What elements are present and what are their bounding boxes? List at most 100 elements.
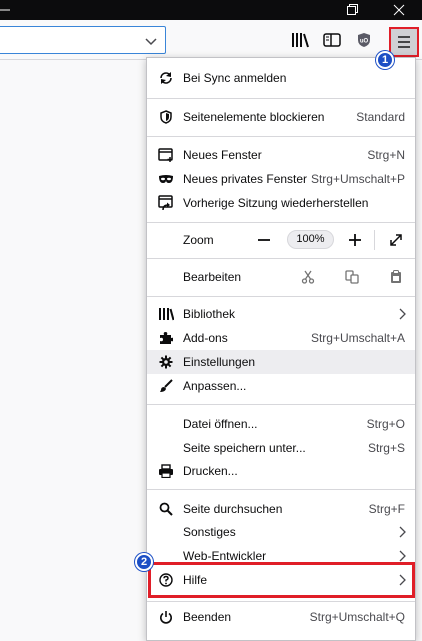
printer-icon bbox=[158, 463, 174, 479]
chevron-right-icon bbox=[399, 550, 406, 562]
more-item[interactable]: Sonstiges bbox=[147, 520, 415, 544]
quit-shortcut: Strg+Umschalt+Q bbox=[309, 610, 405, 624]
library-icon bbox=[158, 306, 174, 322]
print-item[interactable]: Drucken... bbox=[147, 459, 415, 483]
sync-signin-item[interactable]: Bei Sync anmelden bbox=[147, 66, 415, 90]
title-bar bbox=[0, 0, 422, 20]
dropdown-icon[interactable] bbox=[143, 33, 159, 49]
restore-icon bbox=[158, 195, 174, 211]
svg-text:uO: uO bbox=[360, 39, 369, 45]
open-file-shortcut: Strg+O bbox=[366, 417, 405, 431]
edit-label: Bearbeiten bbox=[183, 270, 242, 284]
hamburger-icon bbox=[398, 36, 410, 48]
minus-icon bbox=[258, 239, 270, 241]
separator bbox=[374, 230, 375, 250]
separator bbox=[147, 258, 415, 259]
quit-label: Beenden bbox=[183, 610, 232, 624]
separator bbox=[147, 489, 415, 490]
maximize-button[interactable] bbox=[330, 0, 376, 20]
content-blocking-label: Seitenelemente blockieren bbox=[183, 110, 325, 124]
save-page-shortcut: Strg+S bbox=[367, 441, 405, 455]
zoom-out-button[interactable] bbox=[254, 230, 274, 250]
new-window-label: Neues Fenster bbox=[183, 148, 262, 162]
settings-item[interactable]: Einstellungen bbox=[147, 350, 415, 374]
addons-label: Add-ons bbox=[183, 331, 228, 345]
step-badge-2: 2 bbox=[135, 553, 153, 571]
shield-icon bbox=[158, 109, 174, 125]
ublock-icon: uO bbox=[358, 33, 370, 47]
customize-item[interactable]: Anpassen... bbox=[147, 374, 415, 398]
separator bbox=[147, 136, 415, 137]
chevron-right-icon bbox=[399, 308, 406, 320]
brush-icon bbox=[158, 378, 174, 394]
minimize-button[interactable] bbox=[0, 0, 12, 20]
copy-button[interactable] bbox=[344, 269, 360, 285]
separator bbox=[147, 404, 415, 405]
save-page-label: Seite speichern unter... bbox=[183, 441, 306, 455]
zoom-in-button[interactable] bbox=[345, 230, 365, 250]
chevron-right-icon bbox=[399, 526, 406, 538]
paste-button[interactable] bbox=[388, 269, 404, 285]
library-button[interactable] bbox=[290, 30, 310, 50]
addons-shortcut: Strg+Umschalt+A bbox=[310, 331, 405, 345]
app-menu-panel: Bei Sync anmelden Seitenelemente blockie… bbox=[146, 57, 416, 641]
gear-icon bbox=[158, 354, 174, 370]
cut-icon bbox=[301, 270, 315, 284]
print-label: Drucken... bbox=[183, 464, 238, 478]
zoom-label: Zoom bbox=[183, 233, 214, 247]
navigation-toolbar: uO bbox=[0, 20, 422, 60]
sidebar-button[interactable] bbox=[322, 30, 342, 50]
library-icon bbox=[292, 33, 309, 48]
find-in-page-item[interactable]: Seite durchsuchen Strg+F bbox=[147, 497, 415, 521]
addons-item[interactable]: Add-ons Strg+Umschalt+A bbox=[147, 326, 415, 350]
private-window-item[interactable]: Neues privates Fenster Strg+Umschalt+P bbox=[147, 167, 415, 191]
open-file-item[interactable]: Datei öffnen... Strg+O bbox=[147, 412, 415, 436]
separator bbox=[147, 601, 415, 602]
find-shortcut: Strg+F bbox=[368, 502, 405, 516]
fullscreen-icon bbox=[390, 234, 402, 246]
settings-label: Einstellungen bbox=[183, 355, 256, 369]
paste-icon bbox=[391, 270, 401, 283]
separator bbox=[147, 222, 415, 223]
content-blocking-value: Standard bbox=[356, 110, 405, 124]
close-button[interactable] bbox=[376, 0, 422, 20]
customize-label: Anpassen... bbox=[183, 379, 247, 393]
more-label: Sonstiges bbox=[183, 525, 236, 539]
plus-icon bbox=[349, 234, 361, 246]
maximize-icon bbox=[347, 4, 358, 15]
url-bar[interactable] bbox=[0, 26, 166, 54]
step-badge-1: 1 bbox=[376, 51, 394, 69]
open-menu-button[interactable] bbox=[389, 27, 419, 57]
help-highlight-box bbox=[148, 562, 415, 598]
new-window-icon bbox=[158, 147, 174, 163]
content-blocking-item[interactable]: Seitenelemente blockieren Standard bbox=[147, 105, 415, 129]
power-icon bbox=[158, 609, 174, 625]
find-label: Seite durchsuchen bbox=[183, 502, 283, 516]
library-label: Bibliothek bbox=[183, 307, 236, 321]
zoom-row: Zoom 100% bbox=[147, 228, 415, 252]
close-icon bbox=[393, 4, 405, 16]
private-window-label: Neues privates Fenster bbox=[183, 172, 308, 186]
copy-icon bbox=[345, 270, 359, 284]
open-file-label: Datei öffnen... bbox=[183, 417, 258, 431]
private-mask-icon bbox=[158, 171, 174, 187]
zoom-reset-button[interactable]: 100% bbox=[287, 230, 334, 249]
search-icon bbox=[158, 501, 174, 517]
library-item[interactable]: Bibliothek bbox=[147, 302, 415, 326]
private-window-shortcut: Strg+Umschalt+P bbox=[310, 172, 405, 186]
web-developer-label: Web-Entwickler bbox=[183, 549, 267, 563]
addons-icon bbox=[158, 330, 174, 346]
edit-row: Bearbeiten bbox=[147, 265, 415, 289]
quit-item[interactable]: Beenden Strg+Umschalt+Q bbox=[147, 605, 415, 629]
separator bbox=[147, 296, 415, 297]
cut-button[interactable] bbox=[300, 269, 316, 285]
save-page-item[interactable]: Seite speichern unter... Strg+S bbox=[147, 436, 415, 460]
restore-session-label: Vorherige Sitzung wiederherstellen bbox=[183, 196, 369, 210]
fullscreen-button[interactable] bbox=[386, 230, 406, 250]
sync-icon bbox=[158, 70, 174, 86]
separator bbox=[147, 98, 415, 99]
ublock-button[interactable]: uO bbox=[354, 30, 374, 50]
new-window-item[interactable]: Neues Fenster Strg+N bbox=[147, 143, 415, 167]
restore-session-item[interactable]: Vorherige Sitzung wiederherstellen bbox=[147, 191, 415, 215]
new-window-shortcut: Strg+N bbox=[367, 148, 405, 162]
